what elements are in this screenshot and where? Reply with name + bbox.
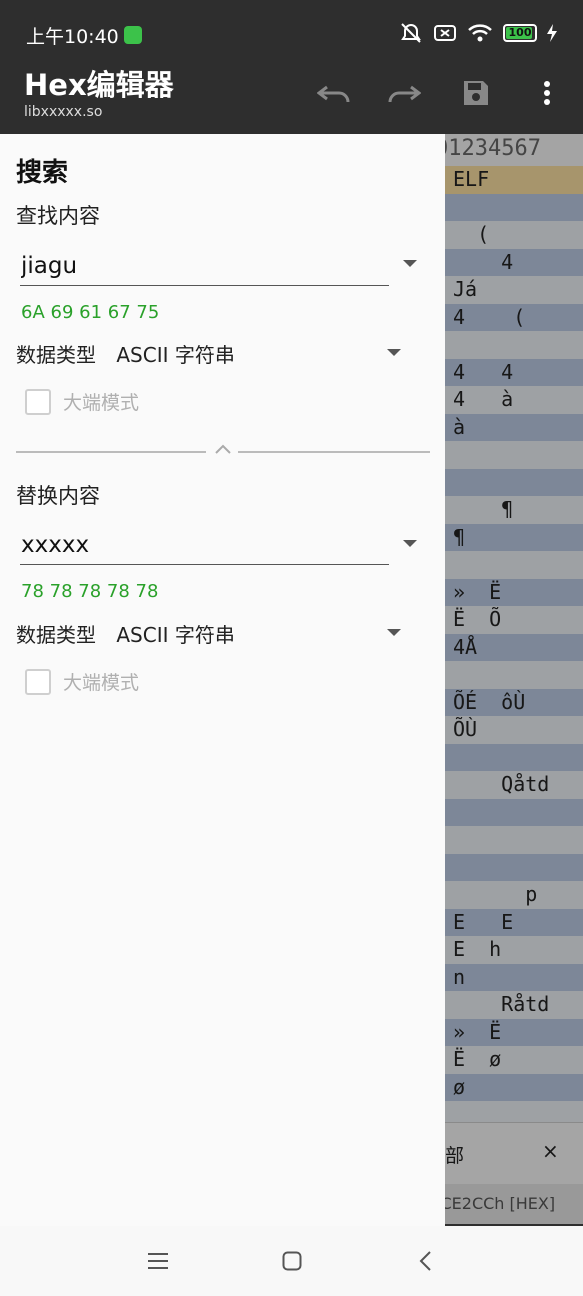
battery-icon: 100 xyxy=(503,24,537,42)
replace-input[interactable] xyxy=(20,525,389,564)
mute-vibrate-icon xyxy=(401,23,421,43)
search-drawer: 搜索 查找内容 6A 69 61 67 75 数据类型 ASCII 字符串 大端… xyxy=(0,134,445,1226)
replace-big-endian-label: 大端模式 xyxy=(63,672,140,694)
search-big-endian-label: 大端模式 xyxy=(63,392,140,414)
redo-button[interactable] xyxy=(386,75,422,111)
search-hex-preview: 6A 69 61 67 75 xyxy=(21,302,160,323)
recent-apps-button[interactable] xyxy=(143,1246,173,1276)
status-icons: 100 xyxy=(399,22,557,44)
replace-type-select[interactable]: 数据类型 ASCII 字符串 xyxy=(16,619,235,648)
search-field[interactable] xyxy=(20,246,389,286)
app-bar: 上午10:40 100 Hex编辑器 libxxxxx.so xyxy=(0,0,583,134)
redo-icon xyxy=(388,85,421,103)
search-big-endian-checkbox[interactable]: 大端模式 xyxy=(25,388,139,415)
app-title: Hex编辑器 xyxy=(24,68,174,102)
section-divider-right xyxy=(238,451,430,453)
replace-hex-preview: 78 78 78 78 78 xyxy=(21,581,159,602)
drawer-title: 搜索 xyxy=(16,158,69,188)
notification-app-icon xyxy=(124,26,142,44)
replace-big-endian-checkbox[interactable]: 大端模式 xyxy=(25,668,139,695)
checkbox-box[interactable] xyxy=(25,668,51,695)
chevron-left-icon xyxy=(419,1251,431,1271)
replace-history-dropdown-icon[interactable] xyxy=(403,540,417,547)
chevron-up-icon[interactable] xyxy=(214,443,232,455)
search-label: 查找内容 xyxy=(16,204,100,228)
home-square-icon xyxy=(282,1251,302,1271)
search-type-value: ASCII 字符串 xyxy=(116,343,235,367)
menu-lines-icon xyxy=(148,1253,168,1269)
save-icon xyxy=(464,81,488,105)
search-type-select[interactable]: 数据类型 ASCII 字符串 xyxy=(16,339,235,368)
more-vert-icon xyxy=(544,81,550,105)
section-divider-left xyxy=(16,451,206,453)
battery-level: 100 xyxy=(508,26,532,39)
search-input[interactable] xyxy=(20,246,389,285)
undo-button[interactable] xyxy=(316,75,352,111)
replace-label: 替换内容 xyxy=(16,484,100,508)
search-history-dropdown-icon[interactable] xyxy=(403,260,417,267)
replace-type-value: ASCII 字符串 xyxy=(116,623,235,647)
search-type-dropdown-icon[interactable] xyxy=(387,349,401,356)
replace-type-label: 数据类型 xyxy=(16,623,96,647)
replace-field[interactable] xyxy=(20,525,389,565)
undo-icon xyxy=(317,85,350,103)
file-name: libxxxxx.so xyxy=(24,104,103,120)
no-sim-icon xyxy=(434,25,456,41)
search-type-label: 数据类型 xyxy=(16,343,96,367)
replace-type-dropdown-icon[interactable] xyxy=(387,629,401,636)
more-options-button[interactable] xyxy=(529,75,565,111)
save-button[interactable] xyxy=(458,75,494,111)
system-nav-bar xyxy=(0,1226,583,1296)
status-time: 上午10:40 xyxy=(26,26,119,48)
home-button[interactable] xyxy=(277,1246,307,1276)
charging-icon xyxy=(547,24,557,42)
back-button[interactable] xyxy=(410,1246,440,1276)
wifi-icon xyxy=(468,24,492,42)
checkbox-box[interactable] xyxy=(25,388,51,415)
